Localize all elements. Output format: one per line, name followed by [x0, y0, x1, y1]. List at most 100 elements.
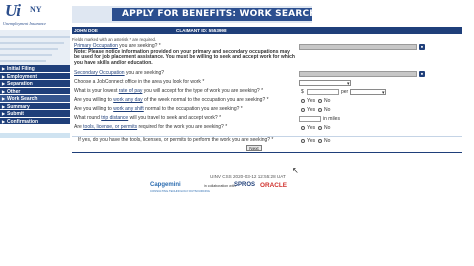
next-button[interactable]: Next: [246, 145, 262, 151]
primary-occupation-row: Primary Occupation you are seeking? * No…: [72, 43, 462, 66]
work-shift-no-radio[interactable]: [318, 108, 322, 112]
office-select[interactable]: ▾: [299, 80, 351, 87]
question-text: Are you willing to: [74, 97, 114, 103]
rate-of-pay-link[interactable]: rate of pay: [119, 88, 143, 94]
claimant-id: CLAIMANT ID: 5553998: [176, 27, 227, 33]
question-text: required for the work you are seeking? *: [137, 124, 228, 130]
question-text: Are you willing to: [74, 106, 114, 112]
arrow-icon: ▶: [2, 66, 6, 71]
secondary-occupation-link[interactable]: Secondary Occupation: [74, 70, 125, 76]
distance-input[interactable]: [299, 116, 321, 122]
arrow-icon: ▶: [2, 118, 6, 124]
capgemini-tagline: CONSULTING.TECHNOLOGY.OUTSOURCING: [150, 189, 210, 193]
logo-state: NY: [30, 5, 42, 14]
rate-input[interactable]: [307, 89, 339, 95]
spros-logo: SPROS: [234, 182, 256, 188]
sidebar-item-work-search[interactable]: ▶ Work Search: [0, 95, 70, 103]
sidebar-item-label: Summary: [7, 103, 30, 110]
arrow-icon: ▶: [2, 96, 6, 101]
secondary-occupation-label: Secondary Occupation you are seeking?: [74, 70, 296, 77]
logo-subtitle: Unemployment Insurance: [3, 21, 47, 26]
tools-row: Are tools, license, or permits required …: [72, 124, 462, 132]
distance-label: What round trip distance will you travel…: [74, 115, 296, 122]
footer-divider: [72, 152, 462, 153]
question-text: you are seeking?: [124, 70, 165, 76]
page-title: APPLY FOR BENEFITS: WORK SEARCH: [122, 9, 318, 19]
currency-label: $: [301, 89, 304, 95]
search-icon: ●: [420, 44, 424, 49]
rate-row: What is your lowest rate of pay you will…: [72, 88, 462, 96]
work-day-row: Are you willing to work any day of the w…: [72, 97, 462, 105]
arrow-icon: ▶: [2, 73, 6, 79]
primary-occupation-search-button[interactable]: ●: [419, 44, 425, 50]
sidebar-item-submit[interactable]: ▶ Submit: [0, 110, 70, 118]
trip-distance-link[interactable]: trip distance: [101, 115, 128, 121]
logo-mark: Ui: [5, 1, 21, 20]
primary-occupation-label: Primary Occupation you are seeking? * No…: [74, 43, 296, 66]
capgemini-logo: Capgemini: [150, 182, 181, 188]
version-text: UINV CSS 2020-03-12 12:55:28 UAT: [210, 174, 286, 179]
arrow-icon: ▶: [2, 111, 6, 116]
mouse-cursor-icon: ↖: [292, 166, 299, 175]
office-label: Choose a JobConnect office in the area y…: [74, 79, 205, 85]
chevron-down-icon: ▾: [381, 89, 385, 96]
tools-no-radio[interactable]: [318, 126, 322, 130]
sidebar-item-initial-filing[interactable]: ▶ Initial Filing: [0, 65, 70, 73]
work-any-shift-link[interactable]: work any shift: [113, 106, 144, 112]
work-day-yes-radio[interactable]: [301, 99, 305, 103]
work-shift-label: Are you willing to work any shift normal…: [74, 106, 296, 113]
primary-occupation-note: Note: Please notice information provided…: [74, 48, 295, 66]
required-note: Fields marked with an asterisk * are req…: [72, 37, 157, 42]
question-text: normal to the occupation you are seeking…: [143, 106, 243, 112]
question-text: you will accept for the type of work you…: [142, 88, 264, 94]
have-tools-yes-radio[interactable]: [301, 139, 305, 143]
partner-logos: Capgemini CONSULTING.TECHNOLOGY.OUTSOURC…: [150, 182, 310, 194]
sidebar-nav: ▶ Initial Filing ▶ Employment ▶ Separation …: [0, 65, 70, 125]
claimant-info-bar: JOHN DOE CLAIMANT ID: 5553998: [72, 27, 462, 34]
rate-period-select[interactable]: ▾: [350, 89, 386, 96]
sidebar-item-summary[interactable]: ▶ Summary: [0, 102, 70, 110]
secondary-occupation-input[interactable]: [299, 71, 417, 77]
work-shift-row: Are you willing to work any shift normal…: [72, 106, 462, 114]
distance-unit-label: in miles: [323, 116, 340, 122]
sidebar-item-label: Submit: [7, 111, 24, 117]
have-tools-row: If yes, do you have the tools, licenses,…: [72, 136, 462, 145]
work-any-day-link[interactable]: work any day: [113, 97, 142, 103]
tools-yes-radio[interactable]: [301, 126, 305, 130]
work-shift-yes-radio[interactable]: [301, 108, 305, 112]
sidebar-item-label: Confirmation: [7, 118, 39, 125]
distance-row: What round trip distance will you travel…: [72, 115, 462, 123]
tools-license-permits-link[interactable]: tools, license, or permits: [83, 124, 137, 130]
secondary-occupation-row: Secondary Occupation you are seeking? ●: [72, 70, 462, 78]
arrow-icon: ▶: [2, 103, 6, 109]
yes-label: Yes: [307, 125, 316, 131]
arrow-icon: ▶: [2, 81, 6, 86]
arrow-icon: ▶: [2, 88, 6, 94]
question-text: What is your lowest: [74, 88, 119, 94]
sidebar-item-confirmation[interactable]: ▶ Confirmation: [0, 117, 70, 125]
sidebar-item-separation[interactable]: ▶ Separation: [0, 80, 70, 88]
work-day-label: Are you willing to work any day of the w…: [74, 97, 296, 104]
have-tools-no-radio[interactable]: [318, 139, 322, 143]
collaboration-text: in collaboration with: [204, 184, 236, 188]
work-day-no-radio[interactable]: [318, 99, 322, 103]
tools-label: Are tools, license, or permits required …: [74, 124, 296, 131]
sidebar-decoration: [0, 30, 70, 65]
rate-label: What is your lowest rate of pay you will…: [74, 88, 296, 95]
per-label: per: [341, 89, 349, 95]
secondary-occupation-search-button[interactable]: ●: [419, 71, 425, 77]
oracle-logo: ORACLE: [260, 182, 287, 189]
sidebar-footer-bar: [0, 133, 70, 138]
sidebar-item-label: Employment: [7, 73, 38, 80]
sidebar-item-label: Separation: [7, 81, 33, 87]
primary-occupation-input[interactable]: [299, 44, 417, 50]
question-text: will you travel to seek and accept work?…: [128, 115, 222, 121]
sidebar-item-other[interactable]: ▶ Other: [0, 87, 70, 95]
chevron-down-icon: ▾: [346, 80, 350, 87]
sidebar-item-label: Initial Filing: [7, 66, 35, 72]
yes-label: Yes: [307, 98, 316, 104]
yes-label: Yes: [307, 107, 316, 113]
question-text: of the week normal to the occupation you…: [142, 97, 269, 103]
sidebar-item-employment[interactable]: ▶ Employment: [0, 72, 70, 80]
office-row: Choose a JobConnect office in the area y…: [72, 79, 462, 87]
